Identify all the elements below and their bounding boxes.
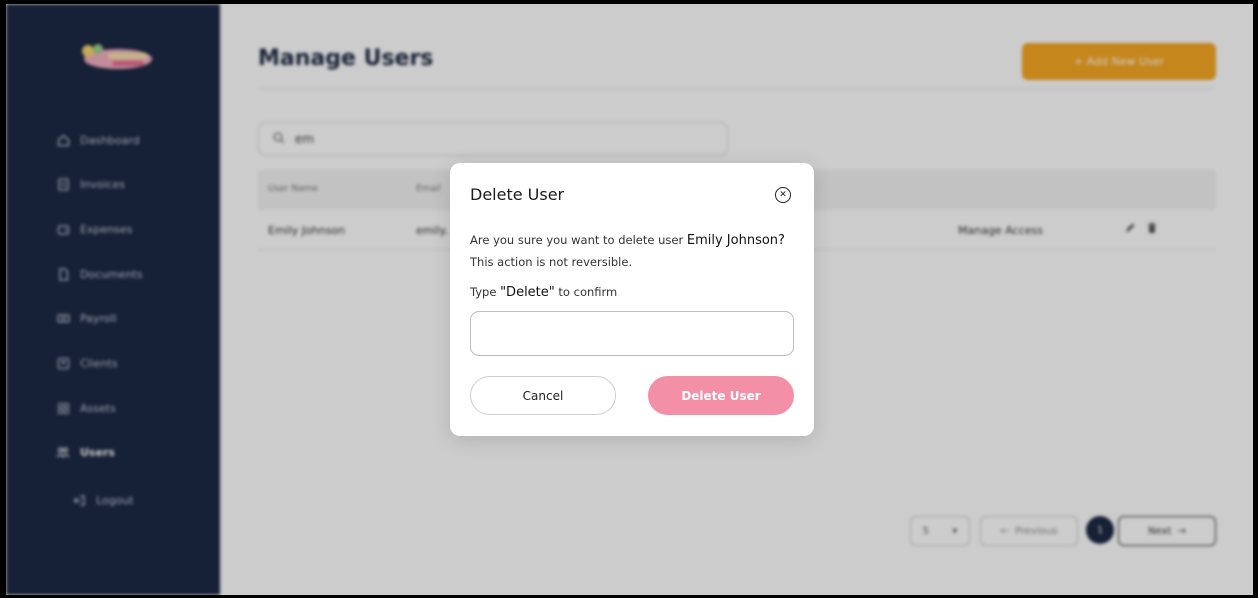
user-name: Emily Johnson? [686, 233, 785, 248]
confirm-delete-input[interactable] [470, 311, 794, 356]
confirm-keyword: "Delete" [500, 285, 555, 300]
app-window: Dashboard Invoices Expenses Documents Pa… [6, 4, 1253, 595]
dialog-warning: This action is not reversible. [470, 255, 633, 269]
dialog-message: Are you sure you want to delete user Emi… [470, 233, 785, 248]
dialog-title: Delete User [470, 185, 565, 204]
confirm-suffix: to confirm [558, 285, 618, 299]
message-prefix: Are you sure you want to delete user [470, 233, 684, 247]
delete-user-dialog: Delete User ✕ Are you sure you want to d… [450, 163, 814, 436]
cancel-button[interactable]: Cancel [470, 376, 616, 415]
close-icon[interactable]: ✕ [775, 187, 791, 203]
confirm-prefix: Type [470, 285, 497, 299]
delete-user-button[interactable]: Delete User [648, 376, 794, 415]
confirm-instruction: Type "Delete" to confirm [470, 285, 617, 300]
